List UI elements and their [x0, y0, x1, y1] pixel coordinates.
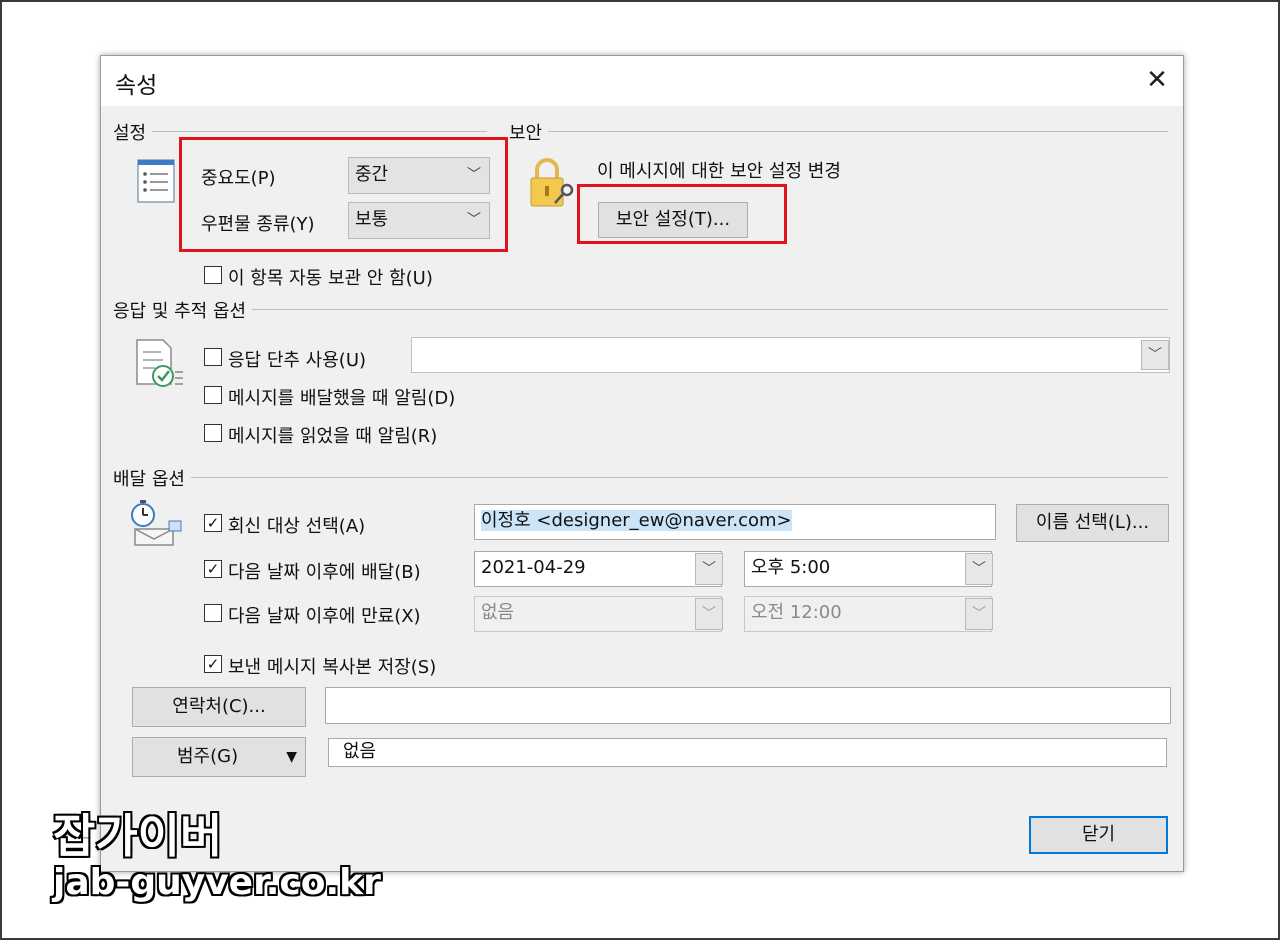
properties-dialog: 속성 ✕ 설정 중요도(P) 중간 ﹀ 우편물 종류(Y) 보통 ﹀ 이 항목 …	[100, 55, 1184, 872]
expire-time-combobox[interactable]: 오전 12:00	[744, 596, 992, 632]
select-names-button[interactable]: 이름 선택(L)...	[1016, 504, 1169, 542]
reply-to-value: 이정호 <designer_ew@naver.com>	[481, 510, 792, 531]
close-icon[interactable]: ✕	[1139, 64, 1175, 96]
chevron-down-icon[interactable]: ﹀	[1141, 340, 1169, 370]
save-copy-checkbox[interactable]: ✓	[204, 655, 222, 673]
save-copy-label: 보낸 메시지 복사본 저장(S)	[228, 657, 437, 678]
expire-date-value: 없음	[481, 602, 515, 623]
defer-date-value: 2021-04-29	[481, 557, 586, 578]
chevron-down-icon[interactable]: ﹀	[695, 598, 723, 630]
title-bar: 속성 ✕	[101, 56, 1183, 106]
chevron-down-icon[interactable]: ﹀	[965, 598, 993, 630]
delivery-options-icon	[129, 499, 185, 549]
voting-section-label: 응답 및 추적 옵션	[113, 297, 253, 323]
read-receipt-label: 메시지를 읽었을 때 알림(R)	[228, 426, 438, 447]
lock-icon	[529, 156, 577, 210]
expires-checkbox[interactable]	[204, 604, 222, 622]
contacts-input[interactable]	[325, 687, 1171, 724]
no-autoarchive-label: 이 항목 자동 보관 안 함(U)	[228, 268, 433, 289]
contacts-button[interactable]: 연락처(C)...	[132, 687, 306, 727]
reply-to-checkbox[interactable]: ✓	[204, 514, 222, 532]
defer-time-value: 오후 5:00	[751, 557, 831, 578]
categories-button[interactable]: 범주(G) ▼	[132, 737, 306, 777]
voting-buttons-combobox[interactable]	[411, 337, 1170, 373]
list-settings-icon	[136, 158, 176, 204]
delivery-section-label: 배달 옵션	[113, 465, 191, 491]
defer-delivery-label: 다음 날짜 이후에 배달(B)	[228, 562, 421, 583]
caret-down-icon: ▼	[286, 749, 297, 765]
delivery-divider	[117, 477, 1168, 478]
chevron-down-icon[interactable]: ﹀	[965, 553, 993, 585]
watermark-url: jab-guyver.co.kr	[53, 862, 381, 903]
reply-to-label: 회신 대상 선택(A)	[228, 516, 366, 537]
settings-divider	[117, 131, 487, 132]
expires-label: 다음 날짜 이후에 만료(X)	[228, 606, 421, 627]
use-voting-checkbox[interactable]	[204, 348, 222, 366]
read-receipt-checkbox[interactable]	[204, 424, 222, 442]
delivery-receipt-label: 메시지를 배달했을 때 알림(D)	[228, 388, 456, 409]
security-section-label: 보안	[509, 119, 549, 145]
security-divider	[513, 131, 1168, 132]
tracking-icon	[133, 338, 185, 390]
categories-input[interactable]: 없음	[328, 738, 1167, 767]
delivery-receipt-checkbox[interactable]	[204, 386, 222, 404]
no-autoarchive-checkbox[interactable]	[204, 266, 222, 284]
security-description: 이 메시지에 대한 보안 설정 변경	[597, 161, 841, 182]
defer-time-combobox[interactable]: 오후 5:00	[744, 551, 992, 587]
importance-highlight-box	[179, 137, 508, 252]
watermark-name: 잡가이버	[52, 808, 223, 864]
categories-value: 없음	[343, 741, 377, 762]
close-button[interactable]: 닫기	[1029, 816, 1168, 854]
defer-delivery-checkbox[interactable]: ✓	[204, 560, 222, 578]
settings-section-label: 설정	[113, 119, 153, 145]
security-highlight-box	[577, 184, 787, 244]
reply-to-input[interactable]: 이정호 <designer_ew@naver.com>	[474, 504, 996, 540]
dialog-title: 속성	[115, 73, 158, 99]
expire-time-value: 오전 12:00	[751, 602, 842, 623]
expire-date-combobox[interactable]: 없음	[474, 596, 722, 632]
chevron-down-icon[interactable]: ﹀	[695, 553, 723, 585]
use-voting-label: 응답 단추 사용(U)	[228, 350, 367, 371]
voting-divider	[117, 309, 1168, 310]
categories-button-label: 범주(G)	[177, 746, 239, 767]
defer-date-combobox[interactable]: 2021-04-29	[474, 551, 722, 587]
